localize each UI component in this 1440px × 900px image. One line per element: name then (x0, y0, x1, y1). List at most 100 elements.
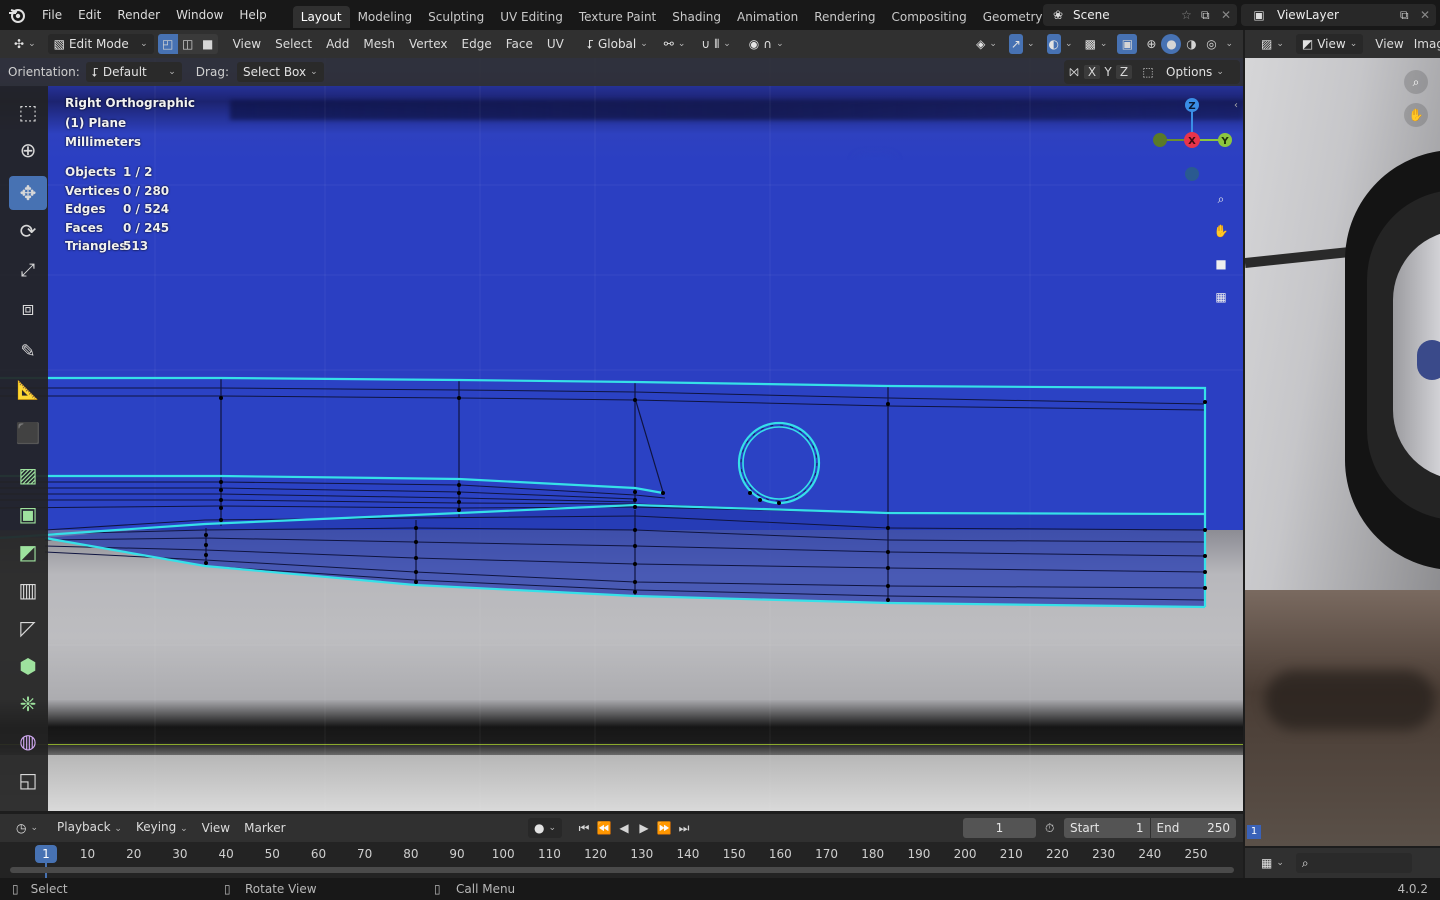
tab-layout[interactable]: Layout (292, 6, 350, 28)
mesh-edit-overlay-dropdown[interactable]: ▩ ⌄ (1079, 34, 1114, 54)
material-shading-icon[interactable]: ◑ (1181, 34, 1201, 54)
image-zoom-button[interactable]: ⌕ (1404, 70, 1428, 94)
poly-build-tool[interactable]: ⬢ (9, 649, 47, 683)
tab-shading[interactable]: Shading (664, 6, 729, 28)
start-frame-field[interactable]: Start 1 (1064, 818, 1150, 838)
add-cube-tool[interactable]: ⬛ (9, 416, 47, 450)
image-editor-type-button[interactable]: ▨ ⌄ (1255, 34, 1290, 54)
transform-tool[interactable]: ⧈ (9, 291, 47, 325)
editor-type-button[interactable]: ✣ ⌄ (8, 34, 42, 54)
jump-start-icon[interactable]: ⏮ (574, 818, 594, 838)
image-menu-view[interactable]: View (1369, 30, 1409, 58)
perspective-toggle[interactable]: ▦ (1209, 285, 1233, 309)
options-dropdown[interactable]: Options ⌄ (1160, 62, 1230, 82)
tab-uv-editing[interactable]: UV Editing (492, 6, 571, 28)
menu-add[interactable]: Add (319, 30, 356, 58)
menu-select[interactable]: Select (268, 30, 319, 58)
menu-edit[interactable]: Edit (70, 0, 109, 30)
axis-y-toggle[interactable]: Y (1100, 65, 1116, 79)
mirror-icon[interactable]: ⨝ (1064, 62, 1084, 82)
timeline-menu-view[interactable]: View (195, 814, 237, 842)
menu-uv[interactable]: UV (540, 30, 571, 58)
shading-dropdown-icon[interactable]: ⌄ (1225, 39, 1233, 49)
menu-render[interactable]: Render (109, 0, 168, 30)
tab-sculpting[interactable]: Sculpting (420, 6, 492, 28)
measure-tool[interactable]: 📐 (9, 373, 47, 407)
view-layer-selector[interactable]: ▣ ViewLayer ⧉ ✕ (1241, 4, 1436, 26)
rendered-shading-icon[interactable]: ◎ (1201, 34, 1221, 54)
next-keyframe-icon[interactable]: ⏩ (654, 818, 674, 838)
menu-vertex[interactable]: Vertex (402, 30, 455, 58)
image-view-mode-dropdown[interactable]: ◩ View ⌄ (1295, 34, 1364, 54)
close-icon[interactable]: ✕ (1420, 8, 1436, 22)
topology-mirror-icon[interactable]: ⬚ (1138, 62, 1158, 82)
cursor-tool[interactable]: ⊕ (9, 133, 47, 167)
visibility-dropdown[interactable]: ◈ ⌄ (970, 34, 1003, 54)
xray-toggle-icon[interactable]: ▣ (1117, 34, 1138, 54)
menu-help[interactable]: Help (231, 0, 274, 30)
menu-view[interactable]: View (226, 30, 268, 58)
pin-icon[interactable]: ☆ (1181, 8, 1201, 22)
scene-selector[interactable]: ❀ Scene ☆ ⧉ ✕ (1043, 4, 1237, 26)
rotate-tool[interactable]: ⟳ (9, 214, 47, 248)
zoom-button[interactable]: ⌕ (1209, 187, 1233, 211)
menu-mesh[interactable]: Mesh (356, 30, 402, 58)
timeline-ruler[interactable]: 1 10 20 30 40 50 60 70 80 90 100 110 120 130 140 150 16… (0, 842, 1243, 878)
menu-window[interactable]: Window (168, 0, 231, 30)
menu-edge[interactable]: Edge (455, 30, 499, 58)
axis-x-toggle[interactable]: X (1084, 65, 1100, 79)
auto-key-toggle[interactable]: ● ⌄ (528, 818, 563, 838)
overlay-dropdown[interactable]: ◐ ⌄ (1041, 34, 1079, 54)
pivot-dropdown[interactable]: ⚯ ⌄ (658, 34, 692, 54)
smooth-tool[interactable]: ◍ (9, 724, 47, 758)
close-icon[interactable]: ✕ (1221, 8, 1237, 22)
loop-cut-tool[interactable]: ▥ (9, 573, 47, 607)
image-menu-image[interactable]: Imag (1410, 30, 1440, 58)
menu-face[interactable]: Face (499, 30, 540, 58)
edge-select-icon[interactable]: ◫ (177, 34, 198, 54)
end-frame-field[interactable]: End 250 (1150, 818, 1236, 838)
timeline-editor-type-button[interactable]: ◷ ⌄ (10, 818, 44, 838)
new-scene-icon[interactable]: ⧉ (1201, 8, 1221, 23)
snap-dropdown[interactable]: ∪ ⫴ ⌄ (695, 34, 736, 54)
inset-tool[interactable]: ▣ (9, 497, 47, 531)
current-frame-field[interactable]: 1 (963, 818, 1036, 838)
wireframe-shading-icon[interactable]: ⊕ (1141, 34, 1161, 54)
timeline-menu-keying[interactable]: Keying ⌄ (129, 813, 195, 843)
mode-selector[interactable]: ▧ Edit Mode ⌄ (47, 34, 154, 54)
blender-logo-icon[interactable] (0, 0, 34, 30)
menu-file[interactable]: File (34, 0, 70, 30)
extrude-tool[interactable]: ▨ (9, 458, 47, 492)
orientation-dropdown[interactable]: ⮦ Default ⌄ (85, 62, 182, 82)
camera-button[interactable]: ■ (1209, 252, 1233, 276)
mini-search-input[interactable]: ⌕ (1295, 853, 1412, 873)
gizmo-dropdown[interactable]: ↗ ⌄ (1003, 34, 1041, 54)
tab-animation[interactable]: Animation (729, 6, 806, 28)
bevel-tool[interactable]: ◩ (9, 535, 47, 569)
navigation-gizmo[interactable]: Z Y X (1150, 94, 1236, 186)
pan-button[interactable]: ✋ (1209, 219, 1233, 243)
axis-z-toggle[interactable]: Z (1116, 65, 1132, 79)
knife-tool[interactable]: ◸ (9, 611, 47, 645)
image-pan-button[interactable]: ✋ (1404, 103, 1428, 127)
solid-shading-icon[interactable]: ● (1161, 34, 1182, 54)
tab-modeling[interactable]: Modeling (350, 6, 421, 28)
new-view-layer-icon[interactable]: ⧉ (1400, 8, 1420, 23)
playhead[interactable]: 1 (35, 845, 57, 863)
play-icon[interactable]: ▶ (634, 818, 654, 838)
select-box-tool[interactable]: ⬚ (9, 95, 47, 129)
tab-rendering[interactable]: Rendering (806, 6, 883, 28)
vertex-select-icon[interactable]: ◰ (157, 34, 178, 54)
jump-end-icon[interactable]: ⏭ (674, 818, 694, 838)
timeline-menu-playback[interactable]: Playback ⌄ (50, 813, 129, 843)
stopwatch-icon[interactable]: ⏱ (1045, 821, 1054, 836)
face-select-icon[interactable]: ■ (197, 34, 218, 54)
timeline-scrollbar[interactable] (10, 867, 1234, 873)
mini-editor-type-button[interactable]: ▦ ⌄ (1255, 853, 1290, 873)
timeline-menu-marker[interactable]: Marker (237, 814, 292, 842)
move-tool[interactable]: ✥ (9, 176, 47, 210)
transform-orientation-dropdown[interactable]: ⮦ Global ⌄ (581, 34, 654, 54)
sidebar-toggle-icon[interactable]: ‹ (1234, 100, 1238, 111)
play-reverse-icon[interactable]: ◀ (614, 818, 634, 838)
tab-texture-paint[interactable]: Texture Paint (571, 6, 664, 28)
